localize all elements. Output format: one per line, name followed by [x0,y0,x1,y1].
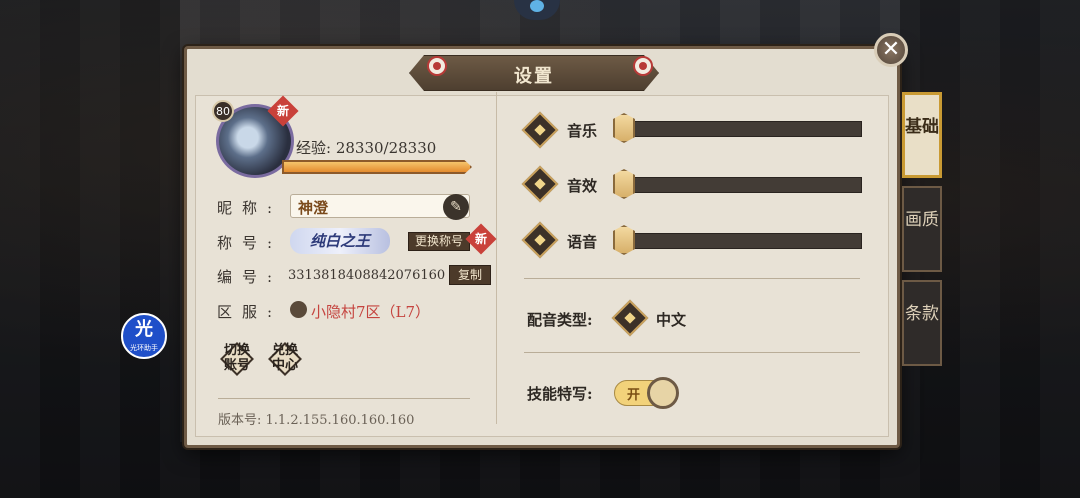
assistant-char: 光 [135,319,153,340]
sfx-icon [520,164,560,204]
title-ornament-right-icon [633,56,653,76]
skill-closeup-toggle[interactable]: 开 [614,377,679,409]
switch-account-button[interactable]: 切换账号 [218,340,256,378]
assistant-float-button[interactable]: 光 光环助手 [121,313,167,359]
voice-type-label: 配音类型: [527,311,593,329]
voice-icon [520,220,560,260]
title-badge: 纯白之王 [290,228,390,254]
music-slider[interactable] [624,121,862,137]
redeem-center-button[interactable]: 兑换中心 [266,340,304,378]
voice-type-selector[interactable] [610,298,650,338]
voice-label: 语音 [567,233,598,251]
dialog-title: 设置 [514,66,554,87]
audio-divider [524,278,860,279]
music-slider-handle[interactable] [613,113,635,143]
server-label: 区服: [217,303,283,321]
tab-terms[interactable]: 条款 [902,280,942,366]
voice-divider [524,352,860,353]
tab-graphics[interactable]: 画质 [902,186,942,272]
voice-slider-handle[interactable] [613,225,635,255]
assistant-sub: 光环助手 [130,344,158,352]
id-label: 编号: [217,268,283,286]
server-value: 小隐村7区（L7） [311,303,431,321]
edit-pen-icon[interactable]: ✎ [443,194,469,220]
sfx-slider-handle[interactable] [613,169,635,199]
server-icon [290,301,307,318]
toggle-state-text: 开 [627,388,641,403]
title-ornament-left-icon [427,56,447,76]
version-divider [218,398,470,399]
voice-slider[interactable] [624,233,862,249]
nickname-label: 昵称: [217,199,283,217]
music-icon [520,110,560,150]
level-badge: 80 [212,100,234,122]
column-divider [496,92,497,424]
title-bar: 设置 [409,55,659,91]
nickname-value: 神澄 [298,199,329,217]
title-label: 称号: [217,234,283,252]
sfx-label: 音效 [567,177,598,195]
music-label: 音乐 [567,122,598,140]
close-button[interactable]: ✕ [874,33,908,67]
exp-progress-bar [282,160,472,174]
toggle-knob [647,377,679,409]
tab-basic[interactable]: 基础 [902,92,942,178]
exp-text: 经验: 28330/28330 [296,139,437,157]
change-title-button[interactable]: 更换称号 [408,232,470,251]
sfx-slider[interactable] [624,177,862,193]
id-value: 3313818408842076160 [288,268,446,283]
voice-type-value: 中文 [656,311,687,329]
version-text: 版本号: 1.1.2.155.160.160.160 [218,413,415,428]
skill-closeup-label: 技能特写: [527,385,593,403]
copy-button[interactable]: 复制 [449,265,491,285]
